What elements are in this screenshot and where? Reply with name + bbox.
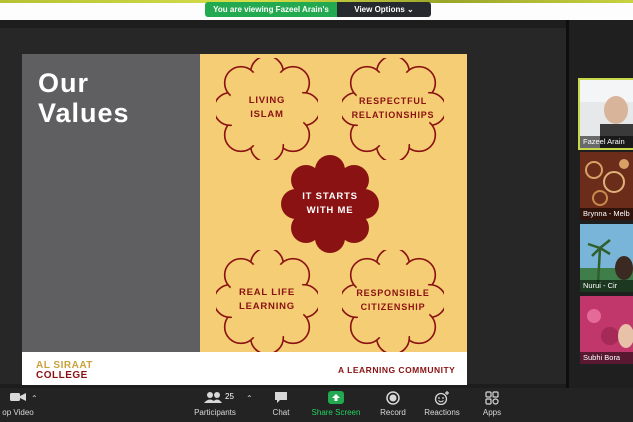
title-line-1: Our (38, 68, 90, 98)
slide-tagline: A LEARNING COMMUNITY (338, 365, 456, 375)
participant-tile[interactable]: Nurui - Cir (580, 224, 633, 292)
value-label-2b: RELATIONSHIPS (351, 110, 435, 120)
participant-tile[interactable]: Fazeel Arain (578, 78, 633, 150)
screen-share-banner: You are viewing Fazeel Arain's screen Vi… (205, 2, 431, 17)
record-button[interactable]: Record (375, 388, 411, 422)
chat-label: Chat (272, 408, 290, 417)
record-icon (386, 391, 400, 405)
participant-tile[interactable]: Subhi Bora (580, 296, 633, 364)
chat-icon (275, 392, 287, 403)
participants-label: Participants (194, 408, 236, 417)
value-label-3b: WITH ME (306, 205, 354, 216)
stop-video-label: op Video (2, 408, 34, 417)
video-camera-icon (10, 393, 26, 401)
title-line-2: Values (38, 98, 130, 128)
reactions-button[interactable]: Reactions (422, 388, 462, 422)
value-label-5a: RESPONSIBLE (356, 288, 430, 298)
value-label-1a: LIVING (248, 95, 286, 106)
value-it-starts-with-me: IT STARTS WITH ME (280, 154, 380, 254)
apps-icon (485, 391, 499, 405)
value-label-4a: REAL LIFE (238, 287, 296, 298)
participants-options-caret-icon[interactable]: ⌃ (246, 394, 253, 403)
value-label-2a: RESPECTFUL (358, 96, 427, 106)
participants-icon (204, 392, 222, 403)
participant-name: Nurui - Cir (580, 280, 633, 292)
reactions-label: Reactions (424, 408, 460, 417)
value-respectful-relationships: RESPECTFUL RELATIONSHIPS (339, 55, 447, 163)
record-label: Record (380, 408, 406, 417)
value-label-4b: LEARNING (238, 301, 295, 312)
participant-tile[interactable]: Brynna - Melb (580, 152, 633, 220)
college-logo-line2: COLLEGE (36, 370, 88, 381)
video-options-caret-icon[interactable]: ⌃ (31, 394, 38, 403)
participant-name: Subhi Bora (580, 352, 633, 364)
apps-button[interactable]: Apps (476, 388, 508, 422)
value-responsible-citizenship: RESPONSIBLE CITIZENSHIP (339, 247, 447, 355)
value-real-life-learning: REAL LIFE LEARNING (213, 247, 321, 355)
viewing-indicator: You are viewing Fazeel Arain's screen (205, 2, 337, 17)
share-screen-label: Share Screen (311, 408, 361, 417)
shared-slide: Our Values LIVING ISLAM RESPECTFUL RELAT… (22, 54, 467, 385)
participant-name: Fazeel Arain (580, 136, 633, 148)
participants-count: 25 (225, 392, 234, 401)
participants-button[interactable]: 25 Participants (190, 388, 240, 422)
participant-name: Brynna - Melb (580, 208, 633, 220)
participant-gallery: Fazeel Arain Brynna - Melb Nurui - Cir S… (569, 20, 633, 388)
value-label-1b: ISLAM (250, 109, 284, 120)
value-label-3a: IT STARTS (302, 191, 358, 202)
share-screen-icon (328, 391, 344, 404)
slide-title: Our Values (38, 68, 130, 128)
apps-label: Apps (482, 408, 502, 417)
meeting-toolbar: op Video ⌃ 25 Participants ⌃ Chat Share … (0, 388, 633, 422)
reactions-smiley-icon (434, 391, 449, 405)
share-screen-button[interactable]: Share Screen (310, 388, 362, 422)
value-living-islam: LIVING ISLAM (213, 55, 321, 163)
chat-button[interactable]: Chat (264, 388, 298, 422)
value-label-5b: CITIZENSHIP (360, 302, 426, 312)
slide-left-panel: Our Values (22, 54, 200, 352)
view-options-button[interactable]: View Options ⌄ (337, 2, 431, 17)
